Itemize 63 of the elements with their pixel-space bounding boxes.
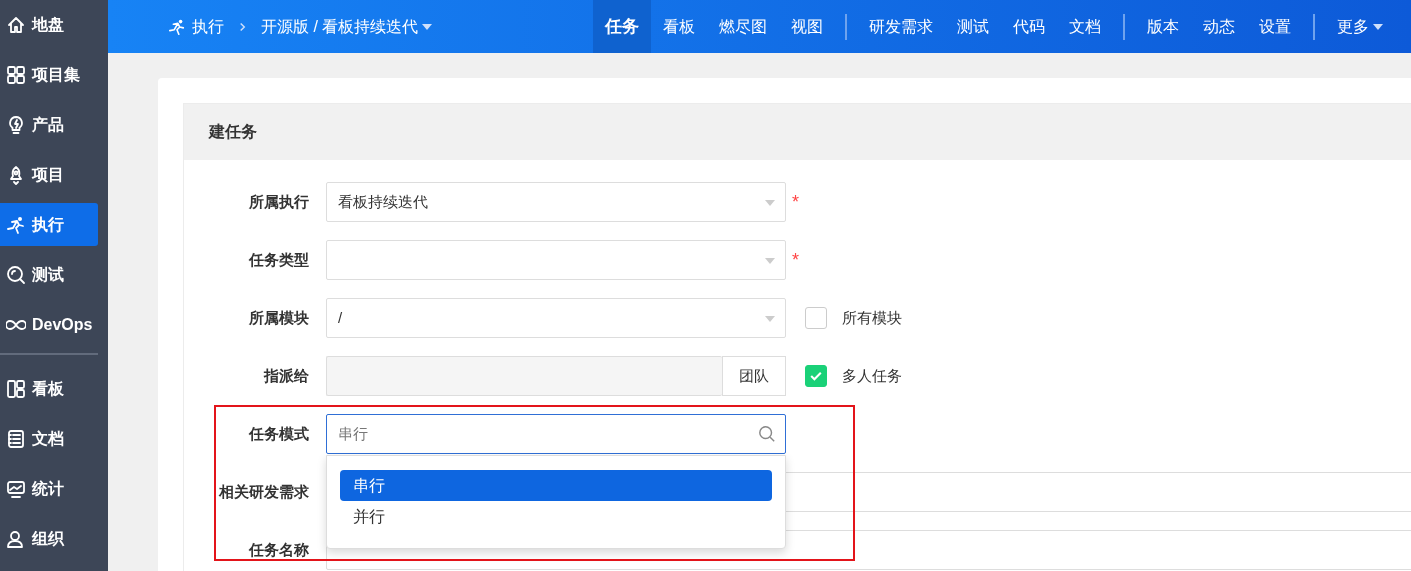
sidebar-item[interactable]: 项目 xyxy=(0,153,98,196)
search-icon xyxy=(758,425,776,443)
user-icon xyxy=(6,528,26,549)
home-icon xyxy=(6,14,26,35)
kanban-icon xyxy=(6,378,26,399)
sidebar-item[interactable]: DevOps xyxy=(0,303,98,346)
dropdown-option[interactable]: 并行 xyxy=(340,501,772,532)
nav-tab[interactable]: 任务 xyxy=(593,0,651,53)
nav-tab[interactable]: 研发需求 xyxy=(857,0,945,53)
breadcrumb-dropdown[interactable]: 开源版 / 看板持续迭代 xyxy=(261,14,433,39)
team-button[interactable]: 团队 xyxy=(722,356,786,396)
sidebar-item[interactable]: 文档 xyxy=(0,417,98,460)
search-icon xyxy=(6,264,26,285)
select-field[interactable]: 看板持续迭代 xyxy=(326,182,786,222)
nav-tab[interactable]: 文档 xyxy=(1057,0,1113,53)
field-label: 任务名称 xyxy=(248,539,310,560)
checkbox-label: 多人任务 xyxy=(842,365,902,386)
document-icon xyxy=(6,428,26,449)
grid-icon xyxy=(6,64,26,85)
caret-icon xyxy=(765,316,775,322)
more-menu[interactable]: 更多 xyxy=(1325,0,1395,53)
field-label: 任务类型 xyxy=(248,249,310,270)
sidebar-item[interactable]: 地盘 xyxy=(0,3,98,46)
monitor-icon xyxy=(6,478,26,499)
field-label: 指派给 xyxy=(262,365,310,386)
checkbox-label: 所有模块 xyxy=(842,307,902,328)
checkbox[interactable] xyxy=(805,365,827,387)
sidebar-item[interactable]: 组织 xyxy=(0,517,98,560)
caret-icon xyxy=(1373,23,1383,30)
nav-tab[interactable]: 测试 xyxy=(945,0,1001,53)
select-field[interactable] xyxy=(326,240,786,280)
required-mark: * xyxy=(792,248,799,272)
field-label: 相关研发需求 xyxy=(218,481,310,502)
checkbox[interactable] xyxy=(805,307,827,329)
sidebar-item[interactable]: 项目集 xyxy=(0,53,98,96)
nav-tab[interactable]: 视图 xyxy=(779,0,835,53)
chevron-icon xyxy=(238,20,247,33)
field-label: 所属模块 xyxy=(248,307,310,328)
sidebar-item[interactable]: 执行 xyxy=(0,203,98,246)
input-field[interactable] xyxy=(326,356,722,396)
lightbulb-icon xyxy=(6,114,26,135)
dropdown-option[interactable]: 串行 xyxy=(340,470,772,501)
breadcrumb-link[interactable]: 执行 xyxy=(192,14,224,39)
nav-tab[interactable]: 版本 xyxy=(1135,0,1191,53)
select-field[interactable]: / xyxy=(326,298,786,338)
nav-tab[interactable]: 设置 xyxy=(1247,0,1303,53)
form-title: 建任务 xyxy=(209,122,257,142)
sidebar-item[interactable]: 产品 xyxy=(0,103,98,146)
field-label: 所属执行 xyxy=(248,191,310,212)
nav-tab[interactable]: 动态 xyxy=(1191,0,1247,53)
runner-icon xyxy=(168,17,186,36)
sidebar-item[interactable]: 统计 xyxy=(0,467,98,510)
caret-icon xyxy=(765,200,775,206)
runner-icon xyxy=(6,214,26,235)
field-label: 任务模式 xyxy=(248,423,310,444)
nav-tab[interactable]: 代码 xyxy=(1001,0,1057,53)
required-mark: * xyxy=(792,190,799,214)
sidebar-item[interactable]: 看板 xyxy=(0,367,98,410)
caret-icon xyxy=(422,23,433,30)
caret-icon xyxy=(765,258,775,264)
nav-tab[interactable]: 燃尽图 xyxy=(707,0,779,53)
sidebar-item[interactable]: 测试 xyxy=(0,253,98,296)
nav-tab[interactable]: 看板 xyxy=(651,0,707,53)
